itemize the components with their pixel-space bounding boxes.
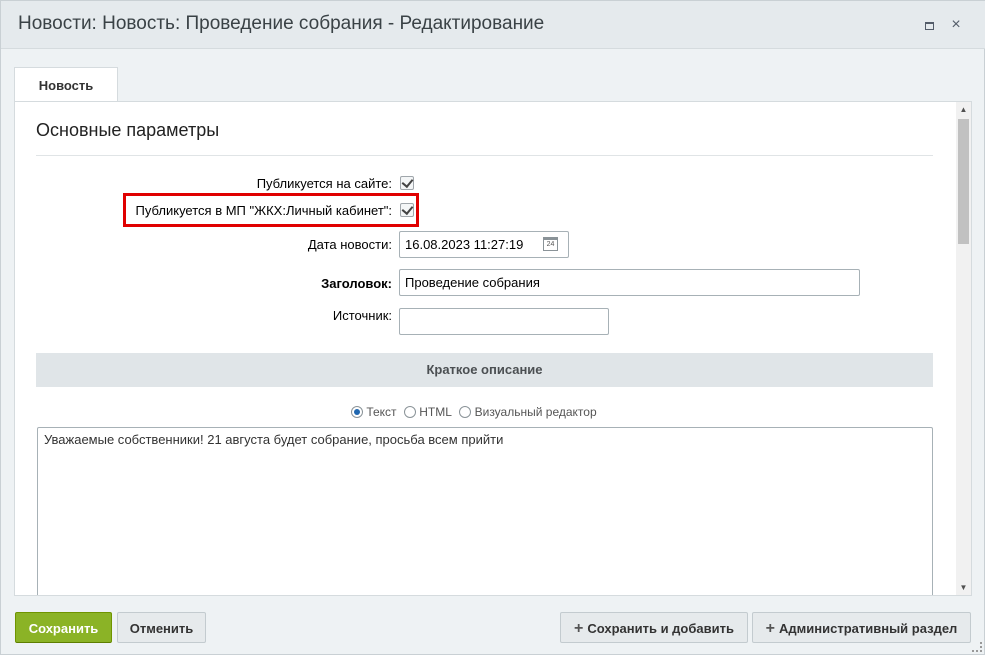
- short-description-textarea[interactable]: Уважаемые собственники! 21 августа будет…: [37, 427, 933, 595]
- radio-html-label: HTML: [419, 405, 452, 419]
- editor-mode-group: Текст HTML Визуальный редактор: [351, 405, 601, 419]
- resize-handle[interactable]: [972, 642, 982, 652]
- titlebar: Новости: Новость: Проведение собрания - …: [1, 1, 985, 49]
- close-icon[interactable]: ×: [948, 17, 964, 33]
- admin-section-button[interactable]: + Административный раздел: [752, 612, 971, 643]
- published-site-checkbox[interactable]: [400, 176, 414, 190]
- published-site-label: Публикуется на сайте:: [256, 176, 392, 191]
- published-mp-label: Публикуется в МП "ЖКХ:Личный кабинет":: [135, 203, 392, 218]
- window-title: Новости: Новость: Проведение собрания - …: [18, 13, 545, 34]
- date-label: Дата новости:: [307, 237, 392, 252]
- scroll-thumb[interactable]: [958, 119, 969, 244]
- plus-icon: +: [574, 620, 584, 637]
- radio-visual-label: Визуальный редактор: [474, 405, 597, 419]
- published-mp-checkbox[interactable]: [400, 203, 414, 217]
- plus-icon: +: [765, 620, 776, 637]
- section-title: Основные параметры: [36, 120, 220, 140]
- radio-text-label: Текст: [366, 405, 397, 419]
- scroll-down-icon[interactable]: ▼: [956, 580, 971, 595]
- maximize-icon[interactable]: [921, 17, 937, 33]
- radio-html[interactable]: [403, 406, 416, 418]
- save-and-add-label: Сохранить и добавить: [587, 621, 734, 636]
- calendar-icon[interactable]: 24: [543, 237, 558, 251]
- source-label: Источник:: [332, 308, 392, 323]
- save-button[interactable]: Сохранить: [15, 612, 112, 643]
- scroll-up-icon[interactable]: ▲: [956, 102, 971, 117]
- title-label: Заголовок:: [321, 276, 392, 291]
- source-field[interactable]: [399, 308, 609, 335]
- tab-news[interactable]: Новость: [14, 67, 118, 102]
- edit-dialog: Новости: Новость: Проведение собрания - …: [0, 0, 985, 655]
- save-and-add-button[interactable]: + Сохранить и добавить: [560, 612, 748, 643]
- date-value: 16.08.2023 11:27:19: [405, 237, 524, 252]
- radio-visual[interactable]: [459, 406, 472, 418]
- date-field[interactable]: 16.08.2023 11:27:19 24: [399, 231, 569, 258]
- radio-text[interactable]: [351, 406, 363, 418]
- form-panel: Основные параметры Публикуется на сайте:…: [14, 101, 972, 596]
- cancel-button[interactable]: Отменить: [117, 612, 206, 643]
- title-field[interactable]: Проведение собрания: [399, 269, 860, 296]
- admin-section-label: Административный раздел: [779, 621, 958, 636]
- short-description-header: Краткое описание: [36, 353, 933, 387]
- scrollbar[interactable]: ▲ ▼: [956, 102, 971, 595]
- section-divider: [36, 155, 933, 156]
